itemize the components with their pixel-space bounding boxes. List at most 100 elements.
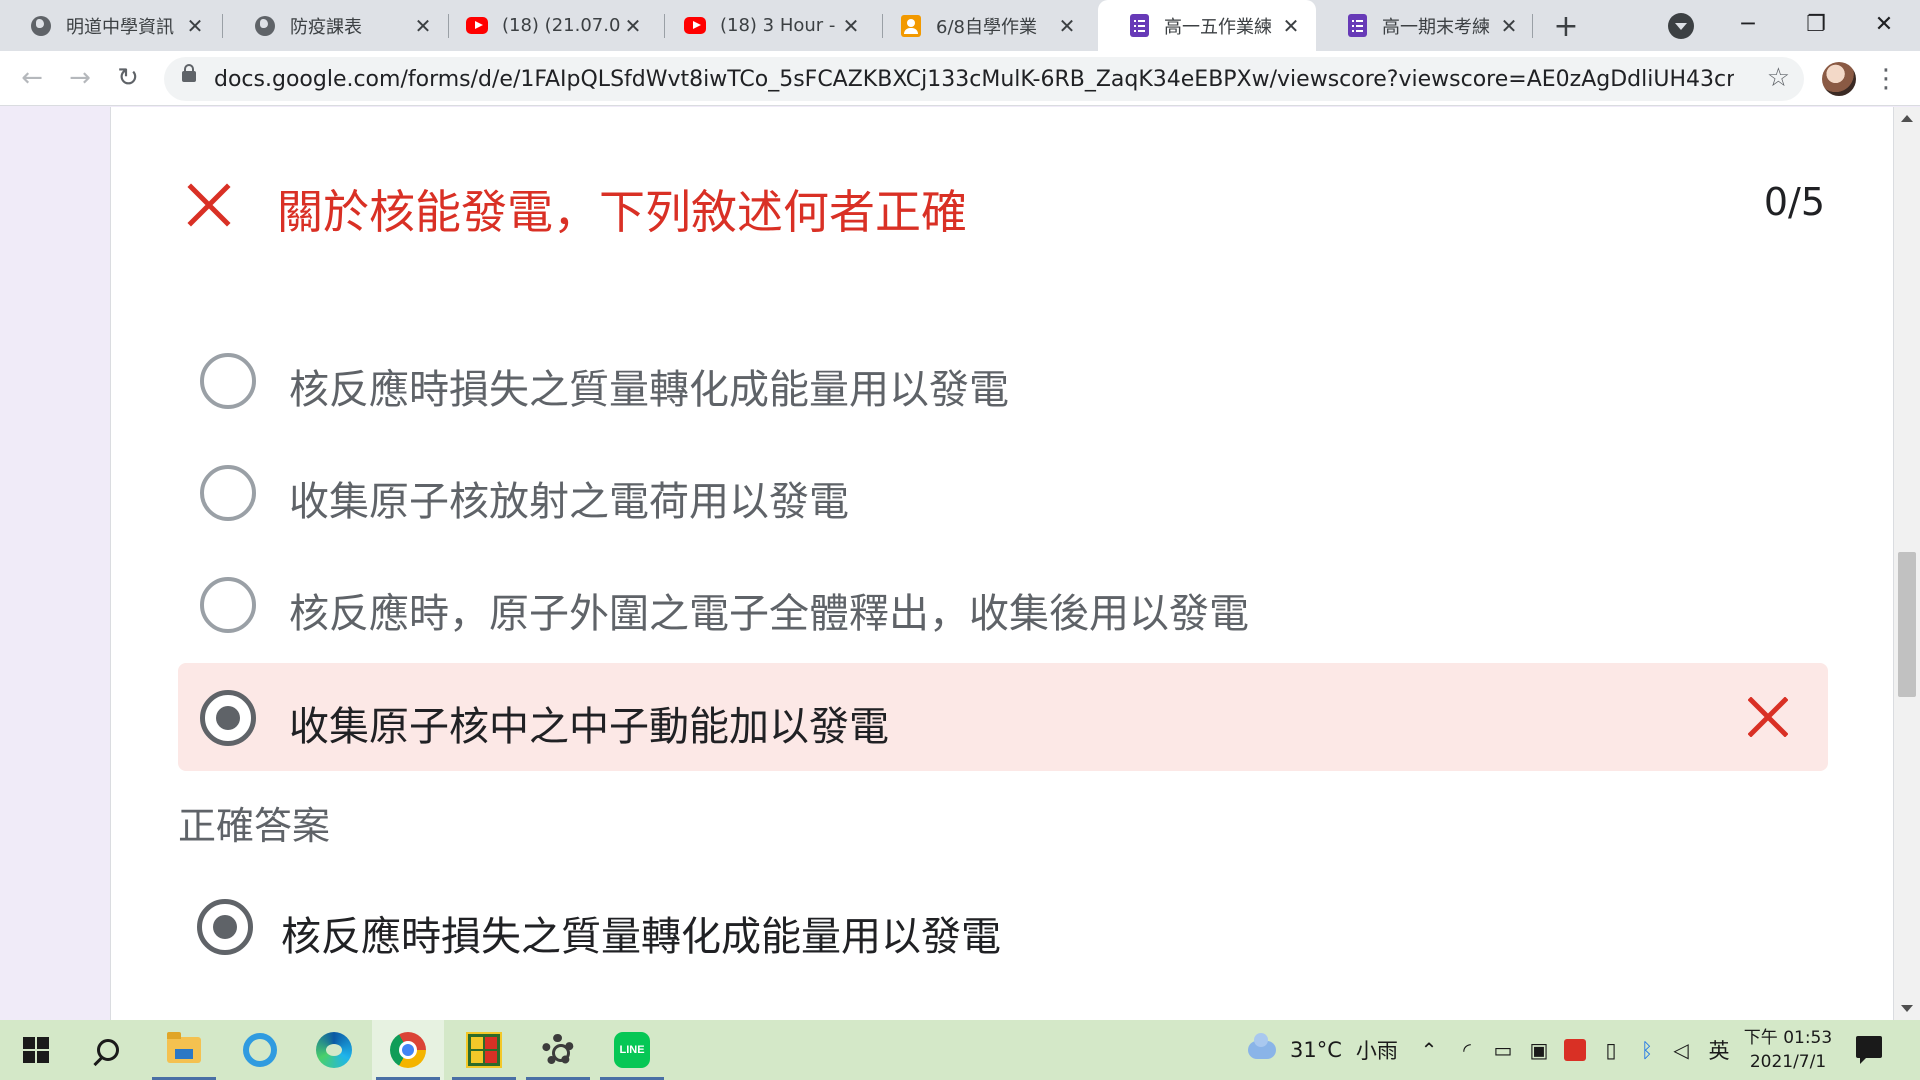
youtube-icon bbox=[466, 15, 488, 37]
taskbar-line[interactable]: LINE bbox=[596, 1020, 668, 1080]
answer-option-4-selected-wrong: 收集原子核中之中子動能加以發電 bbox=[178, 663, 1828, 771]
wrong-answer-x-icon bbox=[1748, 697, 1788, 737]
chevron-up-icon[interactable]: ⌃ bbox=[1414, 1020, 1444, 1080]
answer-option-2: 收集原子核放射之電荷用以發電 bbox=[178, 438, 1828, 546]
youtube-icon bbox=[684, 15, 706, 37]
folder-icon bbox=[167, 1032, 201, 1063]
usb-icon[interactable]: ▯ bbox=[1596, 1020, 1626, 1080]
profile-avatar[interactable] bbox=[1822, 62, 1856, 96]
browser-tab-strip: 明道中學資訊 ✕ 防疫課表 ✕ (18) (21.07.01 ✕ (18) 3 … bbox=[0, 0, 1920, 51]
tab-forms-active[interactable]: 高一五作業練 ✕ bbox=[1098, 0, 1316, 51]
close-tab-icon[interactable]: ✕ bbox=[622, 14, 644, 38]
answer-option-3: 核反應時，原子外圍之電子全體釋出，收集後用以發電 bbox=[178, 550, 1828, 658]
back-button[interactable]: ← bbox=[14, 60, 50, 96]
new-tab-button[interactable]: + bbox=[1548, 8, 1584, 44]
tab-mingdao-info[interactable]: 明道中學資訊 ✕ bbox=[0, 0, 220, 51]
tab-title: 高一五作業練 bbox=[1164, 16, 1272, 38]
correct-answer-label: 核反應時損失之質量轉化成能量用以發電 bbox=[281, 914, 1001, 960]
close-tab-icon[interactable]: ✕ bbox=[1280, 14, 1302, 38]
radio-button bbox=[200, 465, 256, 521]
scrollbar-thumb[interactable] bbox=[1898, 552, 1916, 697]
question-score: 0/5 bbox=[1763, 180, 1825, 224]
tab-youtube-1[interactable]: (18) (21.07.01 ✕ bbox=[436, 0, 658, 51]
search-button[interactable] bbox=[72, 1020, 144, 1080]
bluetooth-icon[interactable]: ᛒ bbox=[1632, 1020, 1662, 1080]
tab-forms-final[interactable]: 高一期末考練 ✕ bbox=[1316, 0, 1534, 51]
ime-indicator[interactable]: 英 bbox=[1704, 1020, 1734, 1080]
weather-desc: 小雨 bbox=[1355, 1039, 1398, 1063]
tab-search-icon[interactable] bbox=[1668, 13, 1694, 39]
weather-widget[interactable]: 31°C 小雨 bbox=[1248, 1020, 1398, 1080]
acrobat-icon[interactable] bbox=[1560, 1020, 1590, 1080]
url-text[interactable]: docs.google.com/forms/d/e/1FAIpQLSfdWvt8… bbox=[214, 67, 1734, 92]
radio-button bbox=[200, 353, 256, 409]
bookmark-star-icon[interactable]: ☆ bbox=[1767, 63, 1790, 93]
minimize-button[interactable]: ─ bbox=[1724, 6, 1772, 42]
radio-button-selected bbox=[200, 690, 256, 746]
start-button[interactable] bbox=[0, 1020, 72, 1080]
close-tab-icon[interactable]: ✕ bbox=[1498, 14, 1520, 38]
scroll-down-arrow-icon[interactable] bbox=[1901, 1005, 1913, 1012]
notification-icon[interactable] bbox=[1856, 1036, 1882, 1064]
tab-schedule[interactable]: 防疫課表 ✕ bbox=[224, 0, 448, 51]
page-scrollbar[interactable] bbox=[1894, 107, 1920, 1020]
question-title: 關於核能發電，下列敘述何者正確 bbox=[277, 185, 967, 239]
option-label: 核反應時，原子外圍之電子全體釋出，收集後用以發電 bbox=[289, 591, 1249, 637]
search-icon bbox=[97, 1039, 119, 1061]
tab-classroom[interactable]: 6/8自學作業 ✕ bbox=[870, 0, 1092, 51]
page-viewport: 關於核能發電，下列敘述何者正確 0/5 核反應時損失之質量轉化成能量用以發電 收… bbox=[0, 107, 1894, 1020]
address-bar[interactable]: docs.google.com/forms/d/e/1FAIpQLSfdWvt8… bbox=[164, 57, 1804, 101]
weather-temp: 31°C bbox=[1290, 1038, 1342, 1062]
radio-button-selected bbox=[197, 899, 253, 955]
tab-title: 明道中學資訊 bbox=[66, 16, 174, 38]
taskbar-edge[interactable] bbox=[298, 1020, 370, 1080]
taskbar-chrome[interactable] bbox=[372, 1020, 444, 1080]
correct-answer-heading: 正確答案 bbox=[178, 804, 331, 848]
browser-toolbar: ← → ↻ docs.google.com/forms/d/e/1FAIpQLS… bbox=[0, 51, 1920, 106]
tab-title: 高一期末考練 bbox=[1382, 16, 1490, 38]
rain-cloud-icon bbox=[1248, 1033, 1276, 1059]
answer-option-1: 核反應時損失之質量轉化成能量用以發電 bbox=[178, 326, 1828, 434]
restore-button[interactable]: ❐ bbox=[1792, 6, 1840, 42]
close-tab-icon[interactable]: ✕ bbox=[412, 14, 434, 38]
question-card: 關於核能發電，下列敘述何者正確 0/5 核反應時損失之質量轉化成能量用以發電 收… bbox=[110, 107, 1894, 1020]
taskbar-file-explorer[interactable] bbox=[148, 1020, 220, 1080]
reload-button[interactable]: ↻ bbox=[110, 60, 146, 96]
tab-youtube-2[interactable]: (18) 3 Hour - L ✕ bbox=[654, 0, 876, 51]
ie-icon bbox=[243, 1033, 277, 1067]
edge-icon bbox=[316, 1032, 352, 1068]
taskbar-settings[interactable] bbox=[522, 1020, 594, 1080]
browser-menu-icon[interactable]: ⋮ bbox=[1873, 62, 1899, 96]
system-clock[interactable]: 下午 01:53 2021/7/1 bbox=[1742, 1026, 1834, 1074]
option-label: 核反應時損失之質量轉化成能量用以發電 bbox=[289, 367, 1009, 413]
close-window-button[interactable]: ✕ bbox=[1860, 6, 1908, 42]
camera-icon[interactable]: ▣ bbox=[1524, 1020, 1554, 1080]
close-tab-icon[interactable]: ✕ bbox=[840, 14, 862, 38]
battery-icon[interactable]: ▭ bbox=[1488, 1020, 1518, 1080]
option-label: 收集原子核中之中子動能加以發電 bbox=[289, 704, 889, 750]
option-label: 收集原子核放射之電荷用以發電 bbox=[289, 479, 849, 525]
tab-title: 6/8自學作業 bbox=[936, 16, 1037, 38]
globe-icon bbox=[254, 15, 276, 37]
close-tab-icon[interactable]: ✕ bbox=[1056, 14, 1078, 38]
volume-icon[interactable]: ◁ bbox=[1666, 1020, 1696, 1080]
incorrect-x-icon bbox=[187, 183, 231, 227]
windows-taskbar: LINE 31°C 小雨 ⌃ ◜ ▭ ▣ ▯ ᛒ ◁ 英 下午 01:53 20… bbox=[0, 1020, 1920, 1080]
windows-logo-icon bbox=[23, 1037, 49, 1063]
close-tab-icon[interactable]: ✕ bbox=[184, 14, 206, 38]
forms-icon bbox=[1128, 14, 1150, 37]
radio-button bbox=[200, 577, 256, 633]
forms-icon bbox=[1346, 14, 1368, 37]
taskbar-internet-explorer[interactable] bbox=[224, 1020, 296, 1080]
line-icon: LINE bbox=[614, 1032, 650, 1068]
wifi-icon[interactable]: ◜ bbox=[1452, 1020, 1482, 1080]
tab-title: (18) 3 Hour - L bbox=[720, 15, 840, 36]
globe-icon bbox=[30, 15, 52, 37]
clock-time: 下午 01:53 bbox=[1743, 1028, 1833, 1048]
taskbar-game[interactable] bbox=[448, 1020, 520, 1080]
tab-title: (18) (21.07.01 bbox=[502, 15, 622, 36]
classroom-icon bbox=[900, 14, 922, 37]
scroll-up-arrow-icon[interactable] bbox=[1901, 115, 1913, 122]
forward-button[interactable]: → bbox=[62, 60, 98, 96]
lock-icon[interactable] bbox=[182, 64, 196, 82]
